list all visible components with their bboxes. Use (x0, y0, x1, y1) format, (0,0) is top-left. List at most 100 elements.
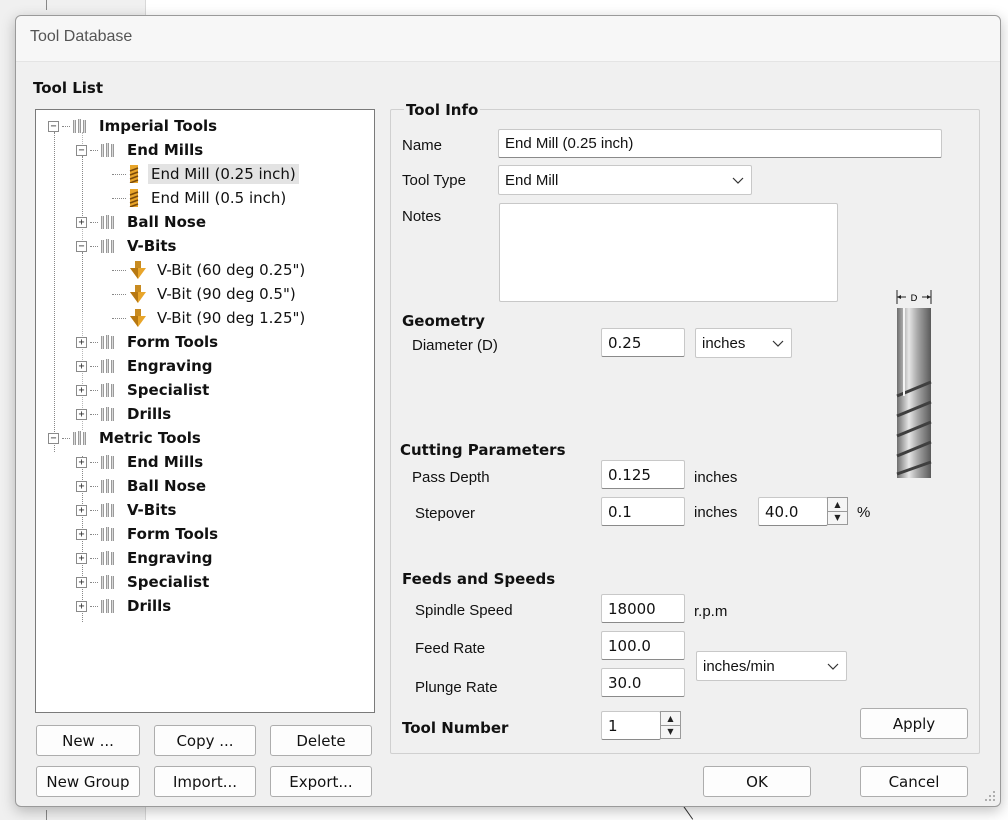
expand-icon[interactable]: + (76, 216, 87, 228)
tree-tool-node[interactable]: V-Bit (90 deg 0.5") (104, 282, 299, 306)
spindle-speed-input[interactable]: 18000 (601, 594, 685, 623)
expand-icon[interactable]: + (76, 384, 87, 396)
tree-node-label: Metric Tools (99, 429, 201, 447)
tree-group-node[interactable]: + Form Tools (76, 330, 221, 354)
end-mill-icon (128, 165, 140, 184)
plunge-rate-input[interactable]: 30.0 (601, 668, 685, 697)
tree-node-label: End Mills (127, 453, 204, 471)
pass-depth-input[interactable]: 0.125 (601, 460, 685, 489)
expand-icon[interactable]: + (76, 504, 87, 516)
tree-tool-node[interactable]: End Mill (0.5 inch) (104, 186, 289, 210)
collapse-icon[interactable]: − (76, 240, 87, 252)
feed-rate-label: Feed Rate (415, 640, 486, 657)
import-button[interactable]: Import... (154, 766, 256, 797)
tool-number-stepper[interactable]: ▲ ▼ (660, 711, 681, 739)
export-button[interactable]: Export... (270, 766, 372, 797)
tool-database-dialog: Tool Database Tool List − Imperial Tools −… (15, 15, 1001, 807)
pass-depth-units: inches (694, 469, 738, 486)
delete-tool-button[interactable]: Delete (270, 725, 372, 756)
collapse-icon[interactable]: − (76, 144, 87, 156)
apply-button[interactable]: Apply (860, 708, 968, 739)
tree-group-node[interactable]: − V-Bits (76, 234, 179, 258)
spin-down-icon[interactable]: ▼ (828, 512, 847, 525)
tree-group-node[interactable]: + Specialist (76, 570, 212, 594)
tree-tool-node[interactable]: V-Bit (60 deg 0.25") (104, 258, 308, 282)
v-bit-icon (128, 309, 148, 327)
tool-group-icon (100, 213, 118, 231)
tree-connector (90, 413, 98, 415)
spin-up-icon[interactable]: ▲ (828, 498, 847, 512)
tree-group-node[interactable]: + V-Bits (76, 498, 179, 522)
pass-depth-label: Pass Depth (412, 469, 490, 486)
tool-list-heading: Tool List (33, 79, 104, 97)
tree-node-label: V-Bit (90 deg 0.5") (157, 285, 296, 303)
tree-group-node[interactable]: + Ball Nose (76, 474, 209, 498)
notes-label: Notes (402, 208, 442, 225)
tree-connector (90, 461, 98, 463)
new-tool-button[interactable]: New ... (36, 725, 140, 756)
spin-down-icon[interactable]: ▼ (661, 726, 680, 739)
percent-sign: % (857, 504, 871, 521)
stepover-percent-input[interactable]: 40.0 (758, 497, 828, 526)
title-bar[interactable]: Tool Database (16, 16, 1000, 62)
diameter-units-select[interactable]: inches (695, 328, 792, 358)
tree-group-node[interactable]: + Engraving (76, 546, 216, 570)
tool-group-icon (100, 525, 118, 543)
expand-icon[interactable]: + (76, 360, 87, 372)
tool-info-heading: Tool Info (404, 101, 481, 119)
tree-node-label: End Mill (0.25 inch) (148, 164, 299, 184)
expand-icon[interactable]: + (76, 456, 87, 468)
tool-tree[interactable]: − Imperial Tools − End Mills End Mill (0.25 … (35, 109, 375, 713)
feed-rate-input[interactable]: 100.0 (601, 631, 685, 660)
tree-group-node[interactable]: + End Mills (76, 450, 206, 474)
tool-group-icon (100, 357, 118, 375)
diameter-input[interactable]: 0.25 (601, 328, 685, 357)
stepover-label: Stepover (415, 505, 476, 522)
cancel-button[interactable]: Cancel (860, 766, 968, 797)
tree-group-node[interactable]: + Form Tools (76, 522, 221, 546)
expand-icon[interactable]: + (76, 576, 87, 588)
tree-group-node[interactable]: + Ball Nose (76, 210, 209, 234)
notes-textarea[interactable] (499, 203, 838, 302)
geometry-heading: Geometry (402, 312, 485, 330)
tree-group-node[interactable]: + Specialist (76, 378, 212, 402)
tool-group-icon (100, 141, 118, 159)
tool-number-input[interactable]: 1 (601, 711, 661, 740)
ok-button[interactable]: OK (703, 766, 811, 797)
new-group-button[interactable]: New Group (36, 766, 140, 797)
tree-group-node[interactable]: + Drills (76, 594, 174, 618)
diameter-units-value: inches (702, 334, 746, 352)
name-input[interactable]: End Mill (0.25 inch) (498, 129, 942, 158)
tool-group-icon (100, 405, 118, 423)
tree-group-node[interactable]: − Imperial Tools (48, 114, 220, 138)
tree-group-node[interactable]: − End Mills (76, 138, 206, 162)
expand-icon[interactable]: + (76, 336, 87, 348)
diameter-label: Diameter (D) (412, 337, 498, 354)
tree-group-node[interactable]: + Drills (76, 402, 174, 426)
tool-group-icon (100, 549, 118, 567)
tree-tool-node[interactable]: End Mill (0.25 inch) (104, 162, 299, 186)
tool-type-select[interactable]: End Mill (498, 165, 752, 195)
copy-tool-button[interactable]: Copy ... (154, 725, 256, 756)
spin-up-icon[interactable]: ▲ (661, 712, 680, 726)
tree-group-node[interactable]: − Metric Tools (48, 426, 204, 450)
stepover-input[interactable]: 0.1 (601, 497, 685, 526)
tool-group-icon (100, 573, 118, 591)
tool-group-icon (100, 237, 118, 255)
resize-grip-icon[interactable] (984, 790, 996, 802)
tree-connector (112, 197, 126, 199)
tree-tool-node[interactable]: V-Bit (90 deg 1.25") (104, 306, 308, 330)
collapse-icon[interactable]: − (48, 432, 59, 444)
tree-group-node[interactable]: + Engraving (76, 354, 216, 378)
tool-type-value: End Mill (505, 171, 559, 189)
tree-connector (90, 341, 98, 343)
expand-icon[interactable]: + (76, 408, 87, 420)
tree-connector (54, 132, 55, 452)
expand-icon[interactable]: + (76, 528, 87, 540)
expand-icon[interactable]: + (76, 552, 87, 564)
rate-units-select[interactable]: inches/min (696, 651, 847, 681)
stepover-percent-stepper[interactable]: ▲ ▼ (827, 497, 848, 525)
collapse-icon[interactable]: − (48, 120, 59, 132)
expand-icon[interactable]: + (76, 480, 87, 492)
expand-icon[interactable]: + (76, 600, 87, 612)
